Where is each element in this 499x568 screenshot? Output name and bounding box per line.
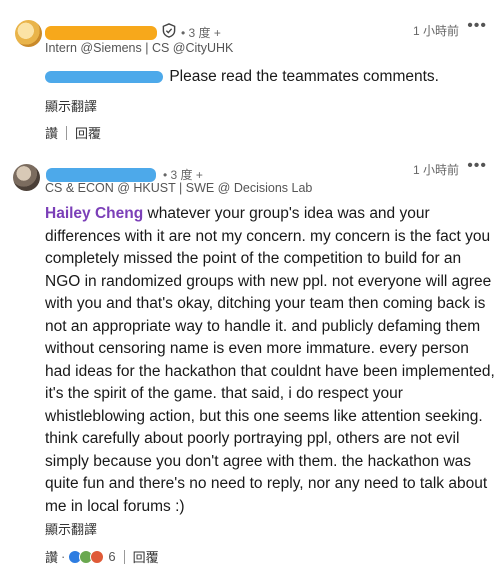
redacted-author-name[interactable] xyxy=(45,26,157,40)
comment-text: Hailey Cheng whatever your group's idea … xyxy=(45,203,495,518)
like-button[interactable]: 讚 xyxy=(45,547,58,566)
reply-button[interactable]: 回覆 xyxy=(133,547,159,566)
connection-degree: • 3 度 + xyxy=(181,26,221,40)
comment-actions: 讚 · 6 回覆 xyxy=(45,547,159,566)
more-options-icon[interactable]: ••• xyxy=(467,17,487,35)
show-translation-link[interactable]: 顯示翻譯 xyxy=(45,519,97,538)
comment-2: • 3 度 + CS & ECON @ HKUST | SWE @ Decisi… xyxy=(0,150,499,568)
timestamp: 1 小時前 xyxy=(412,163,459,177)
divider xyxy=(66,125,68,140)
comment-text: Please read the teammates comments. xyxy=(45,66,495,89)
verified-shield-icon xyxy=(162,23,176,38)
reply-button[interactable]: 回覆 xyxy=(75,123,101,142)
avatar[interactable] xyxy=(13,164,40,191)
avatar[interactable] xyxy=(15,20,42,47)
mention-link[interactable]: Hailey Cheng xyxy=(45,205,143,222)
comment-actions: 讚 回覆 xyxy=(45,123,101,142)
author-headline: CS & ECON @ HKUST | SWE @ Decisions Lab xyxy=(45,181,313,195)
author-headline: Intern @Siemens | CS @CityUHK xyxy=(45,41,234,55)
timestamp: 1 小時前 xyxy=(412,24,459,38)
show-translation-link[interactable]: 顯示翻譯 xyxy=(45,96,97,115)
redacted-author-name[interactable] xyxy=(46,168,156,182)
more-options-icon[interactable]: ••• xyxy=(467,157,487,175)
like-button[interactable]: 讚 xyxy=(45,123,58,142)
love-reaction-icon xyxy=(90,549,105,564)
comment-body: Please read the teammates comments. xyxy=(169,68,439,85)
separator-dot: · xyxy=(61,549,66,564)
comment-body: whatever your group's idea was and your … xyxy=(45,205,495,515)
redacted-mention[interactable] xyxy=(45,70,163,83)
comment-1: • 3 度 + Intern @Siemens | CS @CityUHK 1 … xyxy=(0,0,499,150)
reaction-count: 6 xyxy=(108,549,116,564)
divider xyxy=(123,549,125,564)
reactions[interactable]: 6 xyxy=(68,549,116,564)
